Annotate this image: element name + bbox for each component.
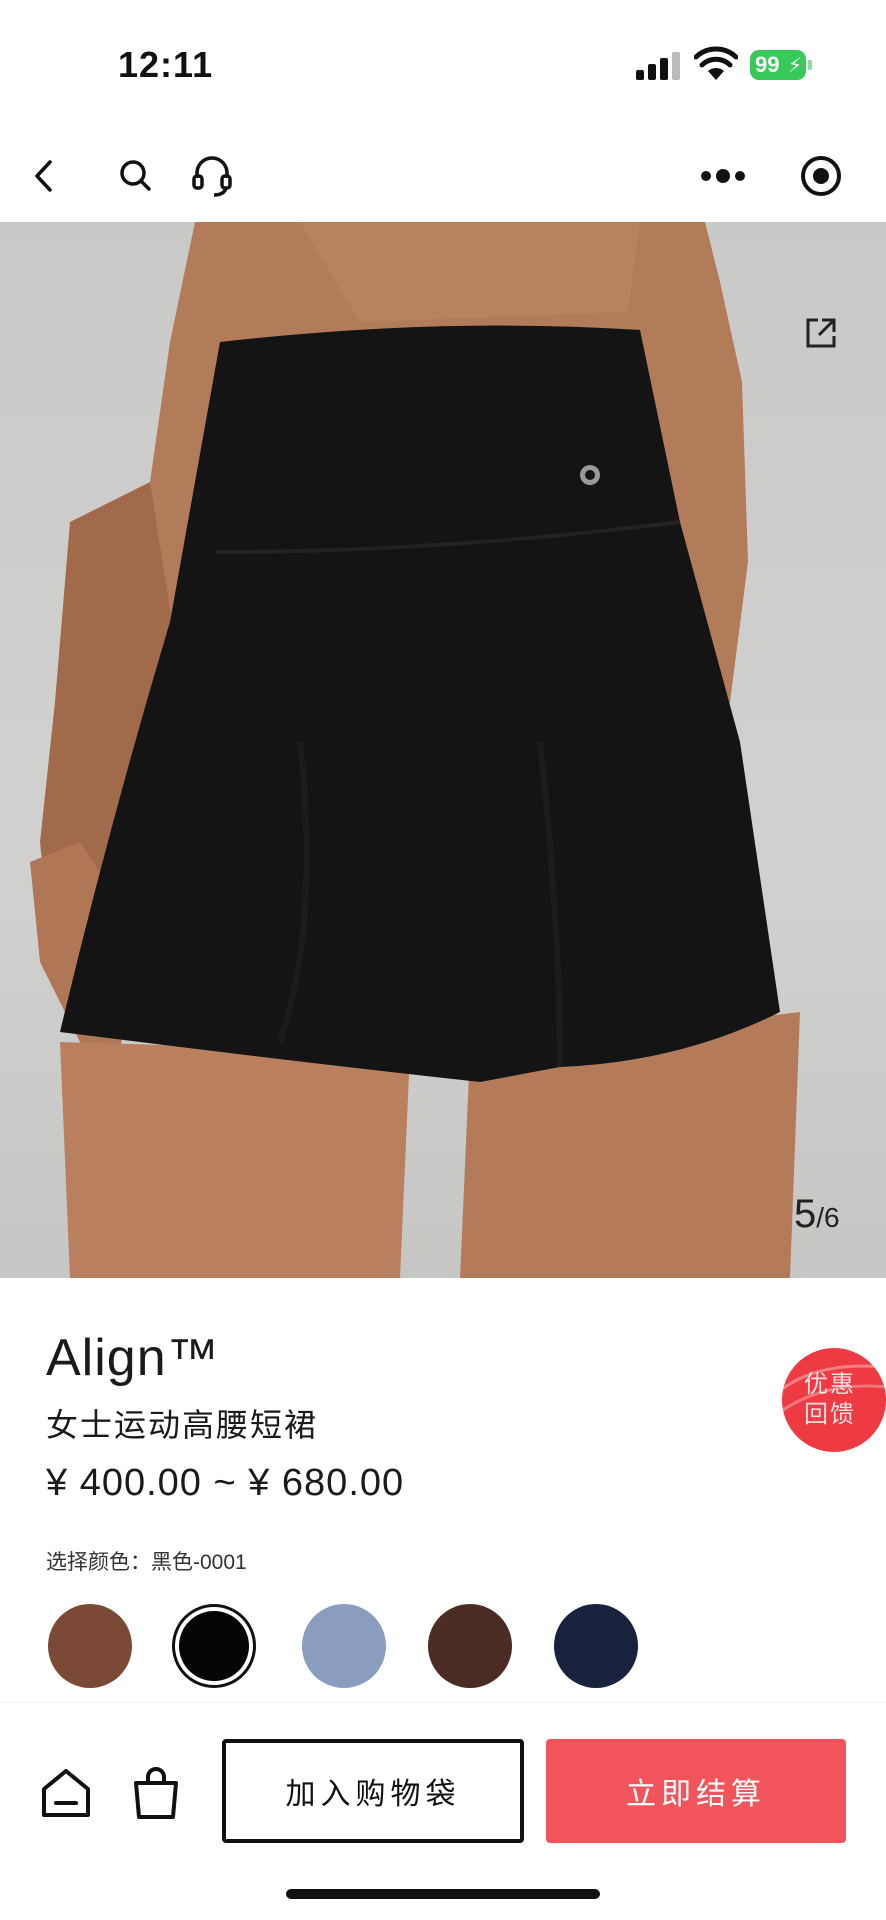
- swatch-navy[interactable]: [554, 1604, 638, 1688]
- close-miniprogram-icon[interactable]: [793, 148, 849, 204]
- search-icon[interactable]: [108, 148, 164, 204]
- nav-bar: [0, 130, 886, 222]
- swatch-brown[interactable]: [48, 1604, 132, 1688]
- battery-icon: 99 ⚡: [750, 50, 812, 80]
- product-info: Align™ 女士运动高腰短裙 ¥ 400.00 ~ ¥ 680.00 选择颜色…: [0, 1278, 886, 1698]
- gallery-total-pages: /6: [816, 1202, 840, 1233]
- shopping-bag-icon[interactable]: [126, 1763, 186, 1823]
- product-photo: [30, 222, 800, 1278]
- battery-level: 99: [755, 52, 780, 77]
- swatch-black[interactable]: [172, 1604, 256, 1688]
- signal-icon: [636, 52, 682, 80]
- share-icon[interactable]: [804, 316, 838, 350]
- product-subtitle: 女士运动高腰短裙: [46, 1407, 319, 1443]
- bottom-action-bar: 加入购物袋 立即结算: [0, 1702, 886, 1920]
- product-price: ¥ 400.00 ~ ¥ 680.00: [46, 1462, 405, 1504]
- product-name: Align™: [46, 1329, 220, 1387]
- swatch-denim-blue[interactable]: [302, 1604, 386, 1688]
- wifi-icon: [693, 46, 739, 82]
- status-time: 12:11: [118, 44, 214, 85]
- promo-badge[interactable]: 优惠回馈: [782, 1348, 886, 1452]
- add-to-bag-button[interactable]: 加入购物袋: [222, 1739, 524, 1843]
- gallery-page-counter: 5/6: [794, 1192, 840, 1237]
- more-icon[interactable]: [695, 148, 751, 204]
- promo-badge-text: 优惠回馈: [804, 1371, 856, 1428]
- gallery-current-page: 5: [794, 1192, 817, 1236]
- swatch-dark-brown[interactable]: [428, 1604, 512, 1688]
- back-icon[interactable]: [16, 148, 72, 204]
- checkout-button[interactable]: 立即结算: [546, 1739, 846, 1843]
- status-bar: 12:11 99 ⚡: [0, 0, 886, 130]
- selected-color-label: 选择颜色：黑色-0001: [46, 1551, 247, 1574]
- product-image-gallery[interactable]: 5/6: [0, 222, 886, 1278]
- home-indicator: [286, 1889, 600, 1899]
- color-swatches: [0, 1596, 886, 1696]
- customer-service-icon[interactable]: [184, 148, 240, 204]
- home-icon[interactable]: [36, 1763, 96, 1823]
